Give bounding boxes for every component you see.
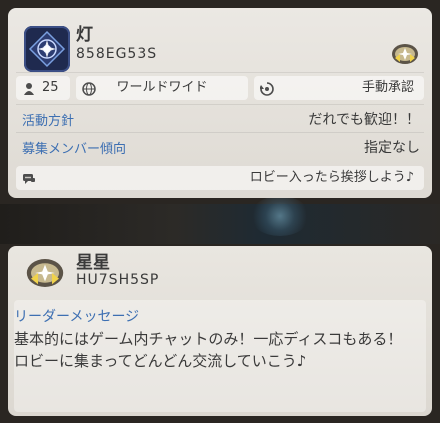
region-chip: ワールドワイド xyxy=(76,76,248,100)
recruit-value: 指定なし xyxy=(364,140,420,156)
leader-message-text: 基本的にはゲーム内チャットのみ！一応ディスコもある！ロビーに集まってどんどん交流… xyxy=(14,330,403,370)
divider xyxy=(16,132,424,133)
divider xyxy=(16,104,424,105)
members-icon xyxy=(22,81,36,95)
background-glow xyxy=(250,196,310,236)
policy-value: だれでも歓迎！！ xyxy=(308,112,420,128)
region-value: ワールドワイド xyxy=(116,80,208,95)
leader-rank-badge-icon xyxy=(24,256,66,290)
leader-message-label: リーダーメッセージ xyxy=(14,309,140,325)
chat-message-text: ロビー入ったら挨拶しよう♪ xyxy=(249,170,414,185)
divider xyxy=(16,72,424,73)
policy-label: 活動方針 xyxy=(22,114,75,129)
club-emblem-icon xyxy=(24,26,70,72)
approval-icon xyxy=(259,81,274,96)
leader-id: HU7SH5SP xyxy=(76,272,160,288)
club-name: 灯 xyxy=(76,25,93,45)
chat-message-chip: ロビー入ったら挨拶しよう♪ xyxy=(16,166,424,190)
approval-chip: 手動承認 xyxy=(254,76,424,100)
leader-name: 星星 xyxy=(76,253,110,273)
members-count: 25 xyxy=(16,76,70,100)
recruit-label: 募集メンバー傾向 xyxy=(22,142,127,157)
rank-badge-icon xyxy=(390,42,420,66)
members-value: 25 xyxy=(42,80,59,95)
approval-value: 手動承認 xyxy=(361,80,414,95)
background-strip xyxy=(0,204,440,244)
chat-icon xyxy=(22,171,36,185)
club-id: 858EG53S xyxy=(76,46,158,62)
club-card[interactable]: 灯 858EG53S 25 ワールドワイド 手動承認 活動方針 だれでも歓迎！！… xyxy=(8,8,432,198)
